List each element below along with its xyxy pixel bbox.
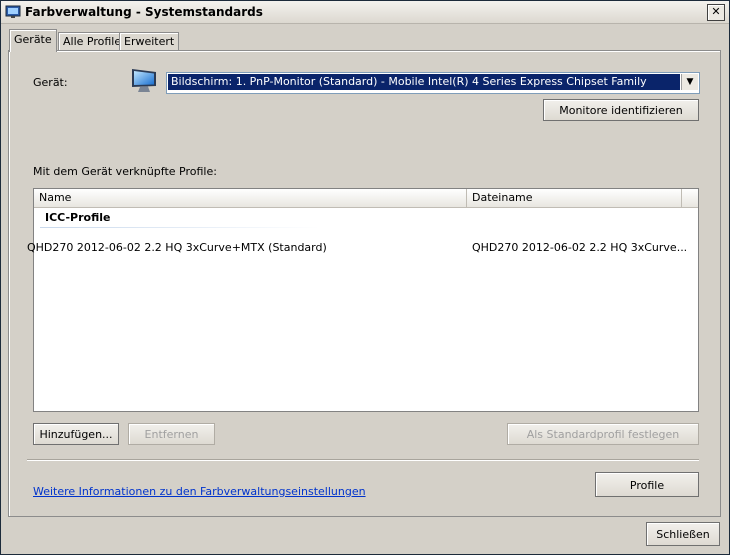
device-label: Gerät:	[33, 76, 68, 89]
tab-alle-profile[interactable]: Alle Profile	[58, 32, 127, 51]
window-title: Farbverwaltung - Systemstandards	[25, 5, 263, 19]
profile-row-filename[interactable]: QHD270 2012-06-02 2.2 HQ 3xCurve...	[472, 241, 687, 254]
list-header: Name Dateiname	[34, 189, 698, 208]
title-bar[interactable]: Farbverwaltung - Systemstandards ✕	[1, 1, 729, 24]
monitor-icon	[132, 69, 156, 92]
profiles-label: Mit dem Gerät verknüpfte Profile:	[33, 165, 217, 178]
profile-row-name[interactable]: QHD270 2012-06-02 2.2 HQ 3xCurve+MTX (St…	[27, 241, 327, 254]
color-management-icon	[5, 5, 21, 18]
more-info-link[interactable]: Weitere Informationen zu den Farbverwalt…	[33, 485, 366, 498]
tab-geraete[interactable]: Geräte	[9, 29, 57, 52]
profiles-list[interactable]: Name Dateiname ICC-Profile QHD270 2012-0…	[27, 188, 699, 412]
separator	[27, 459, 699, 461]
tab-erweitert[interactable]: Erweitert	[119, 32, 180, 51]
group-header: ICC-Profile	[45, 211, 111, 224]
column-header-name[interactable]: Name	[34, 189, 467, 207]
device-select-value: Bildschirm: 1. PnP-Monitor (Standard) - …	[168, 74, 680, 90]
remove-button[interactable]: Entfernen	[128, 423, 215, 445]
close-icon[interactable]: ✕	[707, 4, 725, 21]
add-button[interactable]: Hinzufügen...	[33, 423, 119, 445]
identify-monitors-button[interactable]: Monitore identifizieren	[543, 99, 699, 121]
device-select[interactable]: Bildschirm: 1. PnP-Monitor (Standard) - …	[166, 72, 700, 94]
group-divider	[40, 227, 320, 228]
dialog-window: Farbverwaltung - Systemstandards ✕ Gerät…	[0, 0, 730, 555]
chevron-down-icon[interactable]: ▼	[681, 74, 698, 90]
profile-button[interactable]: Profile	[595, 472, 699, 497]
close-button[interactable]: Schließen	[646, 522, 720, 546]
column-header-filename[interactable]: Dateiname	[467, 189, 682, 207]
set-default-button[interactable]: Als Standardprofil festlegen	[507, 423, 699, 445]
